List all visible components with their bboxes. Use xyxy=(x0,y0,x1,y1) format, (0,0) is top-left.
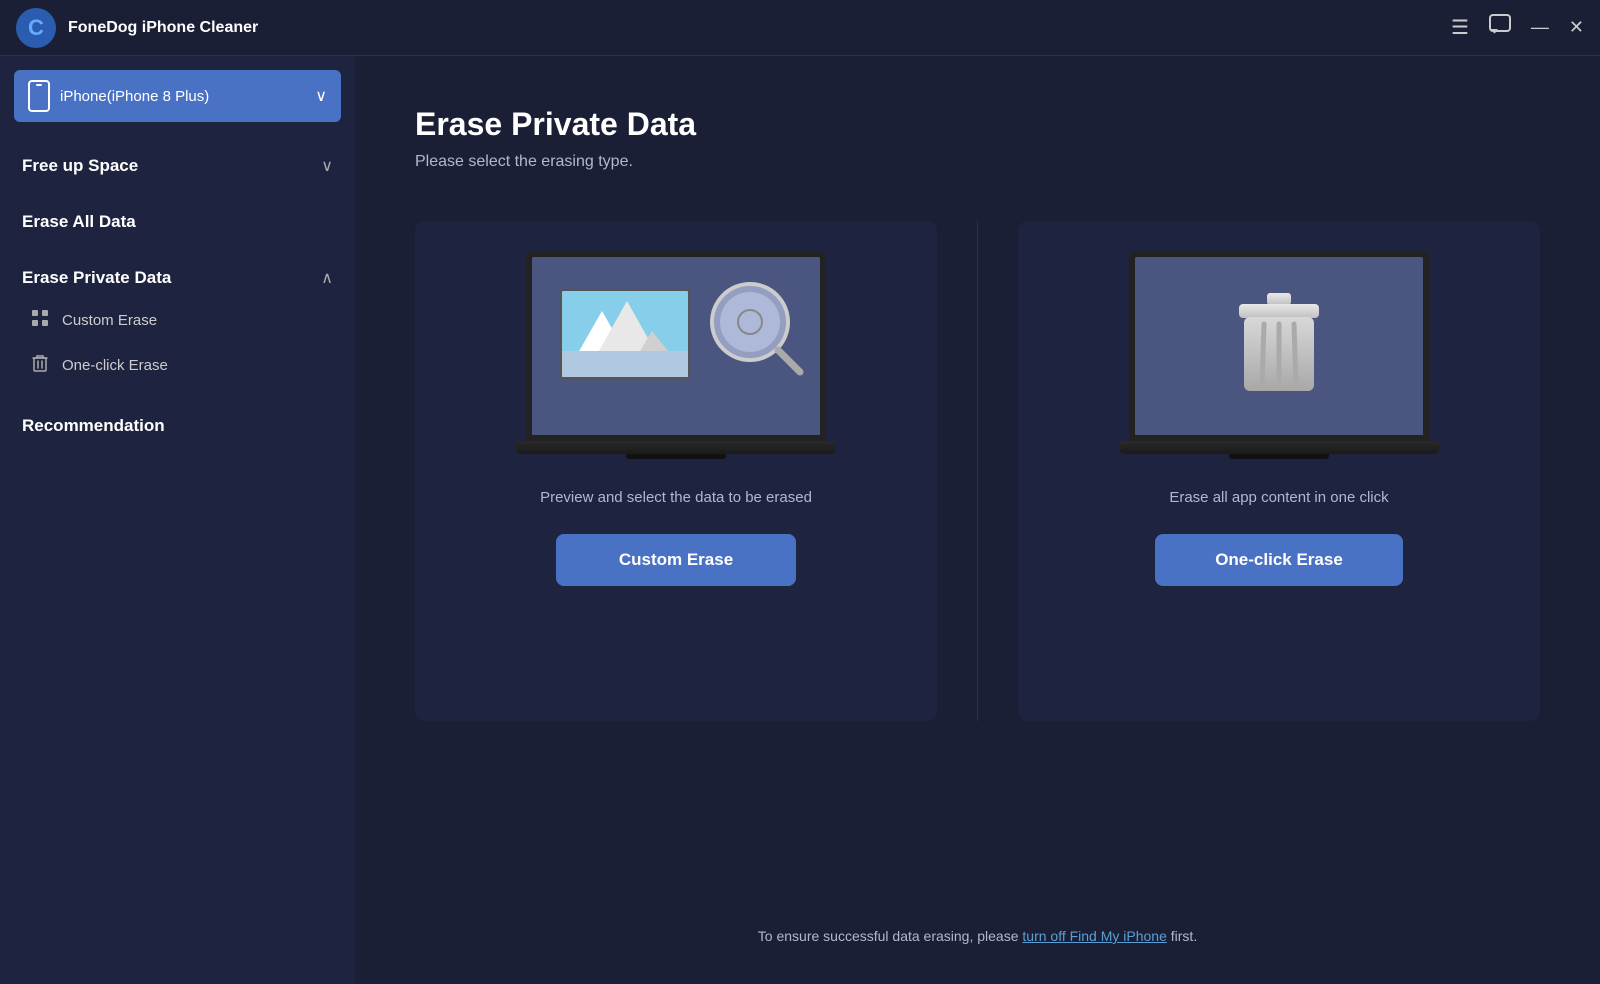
titlebar-controls: ☰ — ✕ xyxy=(1451,14,1584,41)
screen-bg xyxy=(532,257,820,435)
trash-icon xyxy=(30,354,50,377)
titlebar: C FoneDog iPhone Cleaner ☰ — ✕ xyxy=(0,0,1600,56)
main-layout: iPhone(iPhone 8 Plus) ∨ Free up Space ∨ … xyxy=(0,56,1600,984)
device-selector[interactable]: iPhone(iPhone 8 Plus) ∨ xyxy=(14,70,341,122)
laptop-screen-oneclick xyxy=(1129,251,1429,441)
laptop-stand xyxy=(626,454,726,459)
app-title: FoneDog iPhone Cleaner xyxy=(68,19,258,37)
device-name: iPhone(iPhone 8 Plus) xyxy=(60,88,209,105)
custom-erase-button[interactable]: Custom Erase xyxy=(556,534,796,586)
chat-icon[interactable] xyxy=(1489,14,1511,41)
device-icon xyxy=(28,80,50,112)
laptop-stand-2 xyxy=(1229,454,1329,459)
oneclick-erase-illustration xyxy=(1119,251,1439,459)
sidebar-nav: Free up Space ∨ Erase All Data Erase Pri… xyxy=(0,128,355,984)
chevron-icon: ∨ xyxy=(321,156,333,176)
footer-text-after: first. xyxy=(1167,928,1197,944)
sidebar-item-free-up-space[interactable]: Free up Space ∨ xyxy=(0,138,355,194)
sidebar-item-custom-erase[interactable]: Custom Erase xyxy=(0,298,355,343)
oneclick-erase-button[interactable]: One-click Erase xyxy=(1155,534,1403,586)
sidebar: iPhone(iPhone 8 Plus) ∨ Free up Space ∨ … xyxy=(0,56,355,984)
custom-erase-illustration xyxy=(516,251,836,459)
oneclick-erase-description: Erase all app content in one click xyxy=(1169,489,1388,506)
footer-note: To ensure successful data erasing, pleas… xyxy=(415,898,1540,944)
erase-options: Preview and select the data to be erased… xyxy=(415,221,1540,721)
laptop-base xyxy=(516,441,836,454)
custom-erase-description: Preview and select the data to be erased xyxy=(540,489,812,506)
close-icon[interactable]: ✕ xyxy=(1569,17,1584,38)
svg-text:C: C xyxy=(28,15,44,40)
magnifier-icon xyxy=(705,277,805,377)
grid-icon xyxy=(30,309,50,332)
nav-sub-items: Custom Erase One-click Erase xyxy=(0,298,355,398)
page-title: Erase Private Data xyxy=(415,106,1540,143)
chevron-down-icon: ∨ xyxy=(315,86,327,106)
custom-erase-card: Preview and select the data to be erased… xyxy=(415,221,937,721)
screen-bg-oneclick xyxy=(1135,257,1423,435)
laptop-screen-custom xyxy=(526,251,826,441)
sidebar-item-erase-all-data[interactable]: Erase All Data xyxy=(0,194,355,250)
footer-text-before: To ensure successful data erasing, pleas… xyxy=(758,928,1023,944)
oneclick-erase-card: Erase all app content in one click One-c… xyxy=(1018,221,1540,721)
main-content: Erase Private Data Please select the era… xyxy=(355,56,1600,984)
sidebar-item-erase-private-data[interactable]: Erase Private Data ∧ xyxy=(0,250,355,298)
find-my-iphone-link[interactable]: turn off Find My iPhone xyxy=(1022,928,1166,944)
page-subtitle: Please select the erasing type. xyxy=(415,153,1540,171)
trash-can-illustration xyxy=(1234,291,1324,401)
laptop-base-2 xyxy=(1119,441,1439,454)
app-logo-icon: C xyxy=(16,8,56,48)
chevron-up-icon: ∧ xyxy=(321,268,333,288)
menu-icon[interactable]: ☰ xyxy=(1451,15,1469,40)
titlebar-left: C FoneDog iPhone Cleaner xyxy=(16,8,258,48)
sidebar-item-recommendation[interactable]: Recommendation xyxy=(0,398,355,454)
photo-thumbnail xyxy=(560,289,690,379)
sidebar-item-one-click-erase[interactable]: One-click Erase xyxy=(0,343,355,388)
card-divider xyxy=(977,221,978,721)
minimize-icon[interactable]: — xyxy=(1531,17,1549,38)
device-selector-left: iPhone(iPhone 8 Plus) xyxy=(28,80,209,112)
